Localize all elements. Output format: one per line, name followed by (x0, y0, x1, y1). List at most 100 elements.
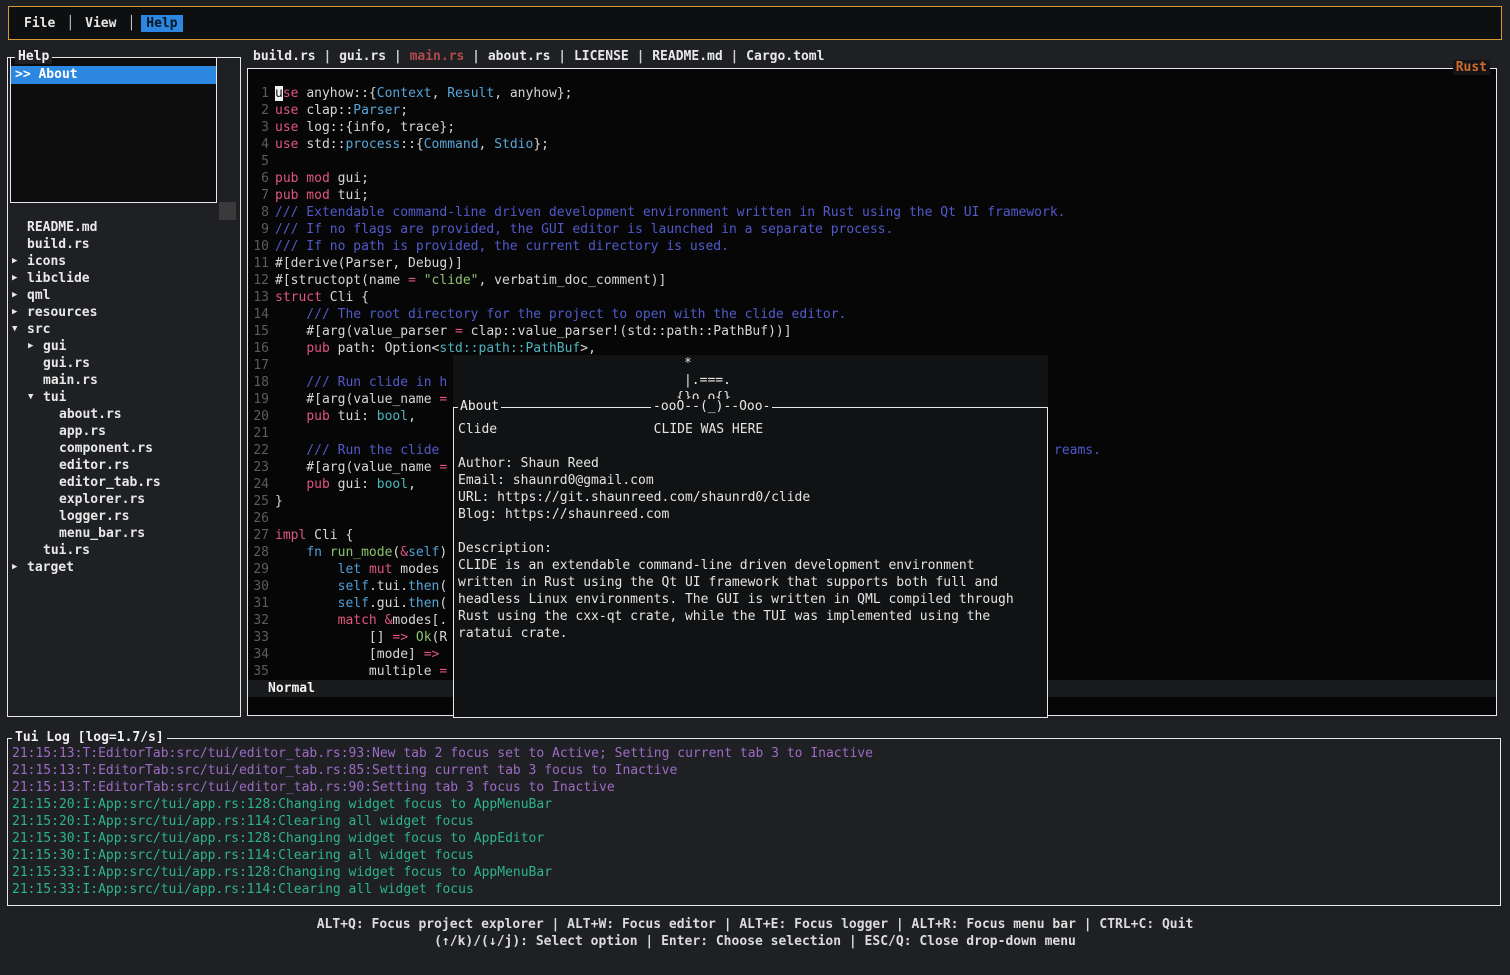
line-number: 14 (248, 306, 269, 323)
tree-item-readme-md[interactable]: README.md (8, 219, 238, 236)
code-token: fn (306, 545, 329, 560)
code-line-2[interactable]: 2use clap::Parser; (248, 102, 1496, 119)
code-token: bool (377, 477, 408, 492)
code-token: => (424, 647, 440, 662)
tree-item-libclide[interactable]: ▶libclide (8, 270, 238, 287)
tree-item-main-rs[interactable]: main.rs (8, 372, 238, 389)
line-number: 24 (248, 476, 269, 493)
code-token: .gui. (369, 596, 408, 611)
code-token: , (479, 137, 495, 152)
code-line-4[interactable]: 4use std::process::{Command, Stdio}; (248, 136, 1496, 153)
tree-item-label: README.md (27, 220, 97, 235)
line-number: 4 (248, 136, 269, 153)
tree-item-app-rs[interactable]: app.rs (8, 423, 238, 440)
chevron-collapsed-icon: ▶ (12, 304, 27, 321)
chevron-collapsed-icon: ▶ (28, 338, 43, 355)
tree-item-resources[interactable]: ▶resources (8, 304, 238, 321)
log-entry: 21:15:13:T:EditorTab:src/tui/editor_tab.… (12, 779, 1500, 796)
code-token: /// Run the clide (275, 443, 447, 458)
code-line-7[interactable]: 7pub mod tui; (248, 187, 1496, 204)
line-number: 20 (248, 408, 269, 425)
tree-item-editor-tab-rs[interactable]: editor_tab.rs (8, 474, 238, 491)
menu-item-view[interactable]: View (80, 15, 121, 32)
help-menu-item-about[interactable]: >> About (11, 66, 216, 84)
tree-item-explorer-rs[interactable]: explorer.rs (8, 491, 238, 508)
tree-item-target[interactable]: ▶target (8, 559, 238, 576)
tree-item-editor-rs[interactable]: editor.rs (8, 457, 238, 474)
code-token: ; (400, 103, 408, 118)
code-token (275, 596, 338, 611)
code-token: anyhow (306, 86, 353, 101)
tab-cargo-toml[interactable]: Cargo.toml (746, 49, 824, 64)
tree-item-qml[interactable]: ▶qml (8, 287, 238, 304)
line-number: 7 (248, 187, 269, 204)
tree-item-gui-rs[interactable]: gui.rs (8, 355, 238, 372)
code-token: std::path::PathBuf (439, 341, 580, 356)
editor-language-label: Rust (1453, 60, 1490, 75)
code-line-3[interactable]: 3use log::{info, trace}; (248, 119, 1496, 136)
menu-separator: │ (66, 16, 74, 31)
tree-item-about-rs[interactable]: about.rs (8, 406, 238, 423)
tree-item-gui[interactable]: ▶gui (8, 338, 238, 355)
code-token: self (408, 545, 439, 560)
tree-item-build-rs[interactable]: build.rs (8, 236, 238, 253)
tab-license[interactable]: LICENSE (574, 49, 629, 64)
code-token: clap::value_parser!(std::path::PathBuf))… (471, 324, 792, 339)
line-number: 28 (248, 544, 269, 561)
tree-item-icons[interactable]: ▶icons (8, 253, 238, 270)
code-line-6[interactable]: 6pub mod gui; (248, 170, 1496, 187)
tree-item-src[interactable]: ▼src (8, 321, 238, 338)
tree-item-label: logger.rs (59, 509, 129, 524)
file-tree[interactable]: README.mdbuild.rs▶icons▶libclide▶qml▶res… (8, 219, 238, 576)
code-line-14[interactable]: 14 /// The root directory for the projec… (248, 306, 1496, 323)
code-line-15[interactable]: 15 #[arg(value_parser = clap::value_pars… (248, 323, 1496, 340)
log-entry: 21:15:20:I:App:src/tui/app.rs:114:Cleari… (12, 813, 1500, 830)
line-number: 11 (248, 255, 269, 272)
code-token: bool (377, 409, 408, 424)
code-line-9[interactable]: 9/// If no flags are provided, the GUI e… (248, 221, 1496, 238)
code-token: ( (439, 596, 447, 611)
tab-build-rs[interactable]: build.rs (253, 49, 316, 64)
code-line-8[interactable]: 8/// Extendable command-line driven deve… (248, 204, 1496, 221)
about-popup-box: About -ooO--(_)--Ooo- Clide CLIDE WAS HE… (453, 407, 1048, 718)
code-token: #[arg(value_parser (275, 324, 455, 339)
status-bar-shortcuts-line1: ALT+Q: Focus project explorer | ALT+W: F… (0, 916, 1510, 933)
line-number: 6 (248, 170, 269, 187)
menu-item-help[interactable]: Help (141, 15, 182, 32)
code-line-10[interactable]: 10/// If no path is provided, the curren… (248, 238, 1496, 255)
tab-gui-rs[interactable]: gui.rs (339, 49, 386, 64)
code-line-11[interactable]: 11#[derive(Parser, Debug)] (248, 255, 1496, 272)
tree-item-menu-bar-rs[interactable]: menu_bar.rs (8, 525, 238, 542)
tab-about-rs[interactable]: about.rs (488, 49, 551, 64)
code-token: process (345, 137, 400, 152)
tab-separator: | (629, 49, 652, 64)
scrollbar-thumb[interactable] (219, 202, 236, 220)
about-popup-line: written in Rust using the Qt UI framewor… (458, 574, 1047, 591)
tab-main-rs[interactable]: main.rs (410, 49, 465, 64)
code-token: /// Run clide in h (275, 375, 447, 390)
code-line-12[interactable]: 12#[structopt(name = "clide", verbatim_d… (248, 272, 1496, 289)
tree-item-logger-rs[interactable]: logger.rs (8, 508, 238, 525)
code-line-13[interactable]: 13struct Cli { (248, 289, 1496, 306)
tree-item-tui[interactable]: ▼tui (8, 389, 238, 406)
code-line-1[interactable]: 1use anyhow::{Context, Result, anyhow}; (248, 85, 1496, 102)
menu-separator: │ (127, 16, 135, 31)
code-token: Ok (416, 630, 432, 645)
tree-item-tui-rs[interactable]: tui.rs (8, 542, 238, 559)
tab-separator: | (386, 49, 409, 64)
tab-readme-md[interactable]: README.md (652, 49, 722, 64)
code-token: Cli { (330, 290, 369, 305)
code-token: Stdio (494, 137, 533, 152)
line-number: 13 (248, 289, 269, 306)
code-token: run_mode (330, 545, 393, 560)
tab-separator: | (550, 49, 573, 64)
code-token: se (283, 86, 306, 101)
code-token: u (275, 86, 283, 101)
line-number: 10 (248, 238, 269, 255)
code-line-5[interactable]: 5 (248, 153, 1496, 170)
menu-item-file[interactable]: File (19, 15, 60, 32)
chevron-expanded-icon: ▼ (12, 321, 27, 338)
tree-item-label: icons (27, 254, 66, 269)
tree-item-component-rs[interactable]: component.rs (8, 440, 238, 457)
code-token: use (275, 103, 306, 118)
